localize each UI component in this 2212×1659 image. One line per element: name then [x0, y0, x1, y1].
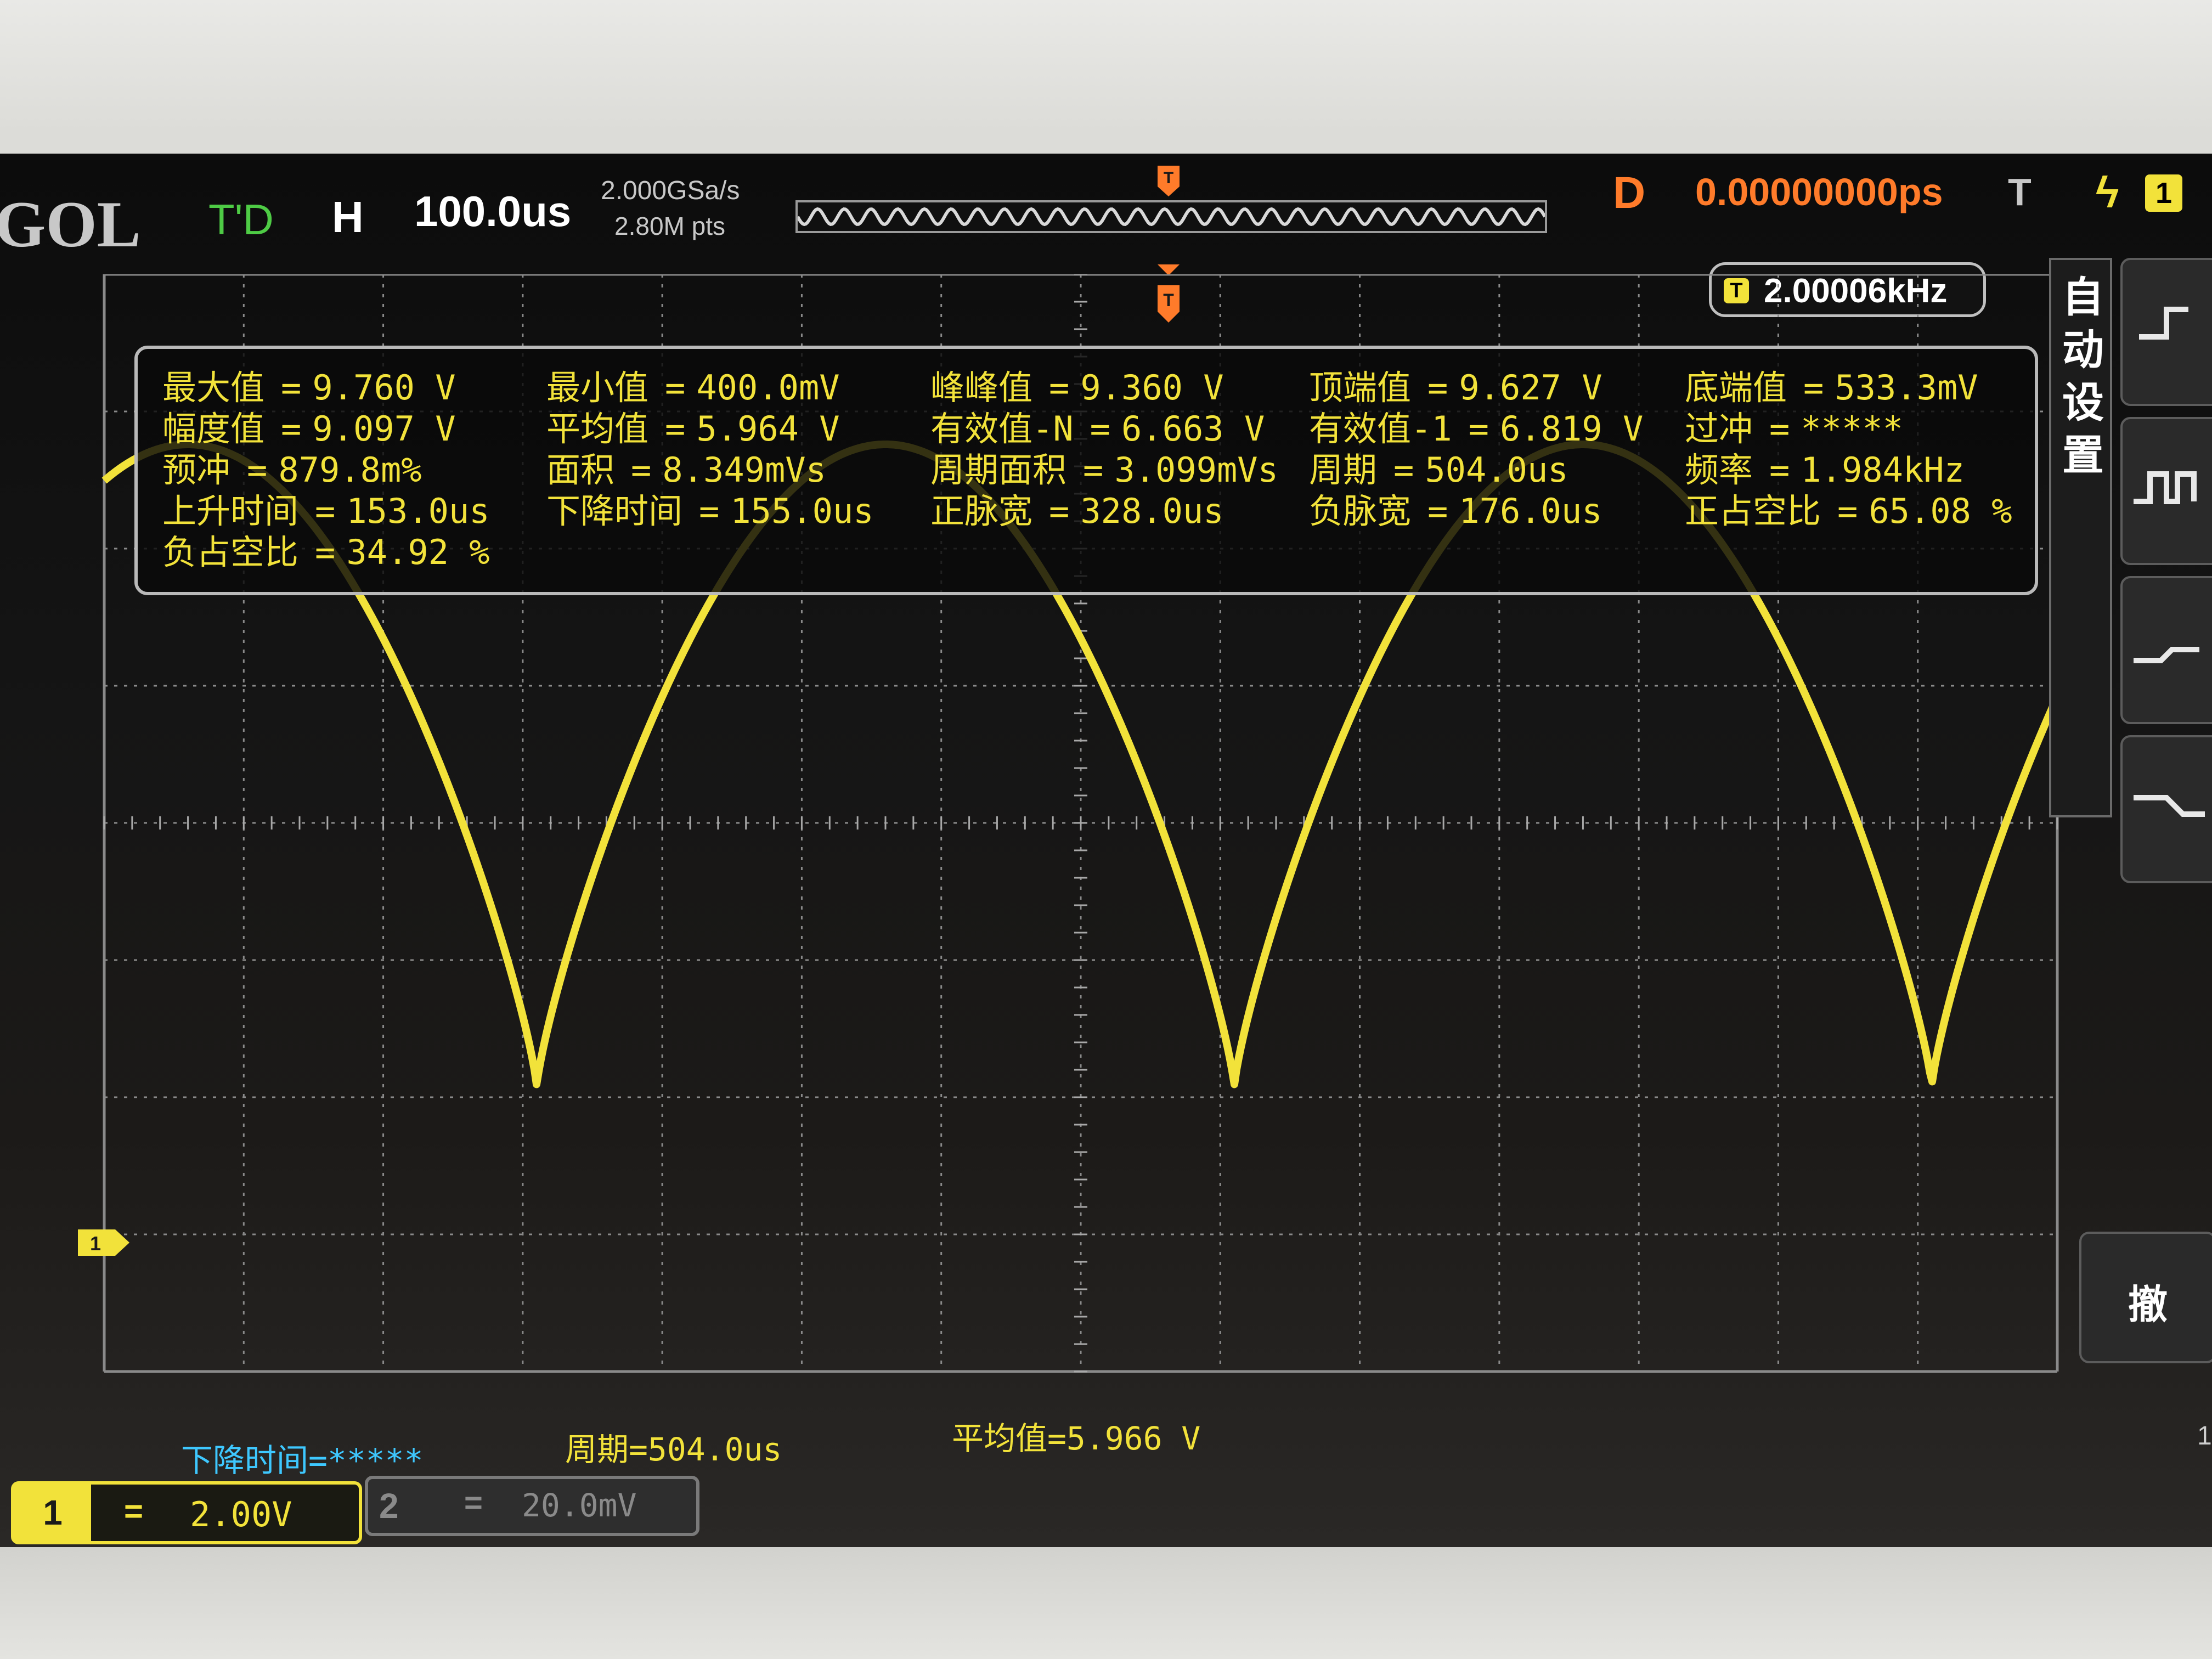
- ch2-dc-coupling-icon: =: [464, 1485, 483, 1521]
- delay-label: D: [1613, 168, 1646, 218]
- undo-button[interactable]: 撤: [2079, 1232, 2212, 1363]
- single-cycle-icon: [2139, 307, 2188, 340]
- delay-value[interactable]: 0.00000000ps: [1695, 170, 1943, 214]
- side-menu: 自动设置: [2049, 258, 2212, 1388]
- measurement-item: 负占空比 = 34.92 %: [162, 524, 490, 574]
- menu-title-box: 自动设置: [2049, 258, 2112, 817]
- menu-single-cycle-button[interactable]: [2120, 258, 2212, 406]
- measurement-value: 176.0us: [1459, 491, 1602, 531]
- svg-text:T: T: [1164, 169, 1173, 187]
- ch1-number: 1: [14, 1485, 91, 1541]
- menu-rising-edge-button[interactable]: [2120, 576, 2212, 724]
- measurement-item: 正脉宽 = 328.0us: [930, 483, 1224, 533]
- ch2-number: 2: [379, 1486, 399, 1526]
- measurement-name: 负脉宽: [1309, 491, 1412, 531]
- memory-depth: 2.80M pts: [614, 212, 725, 240]
- measurement-value: 155.0us: [730, 491, 874, 531]
- falling-edge-icon: [2134, 795, 2205, 817]
- stat-period: 周期=504.0us: [565, 1431, 782, 1468]
- trigger-label: T: [2008, 171, 2032, 213]
- brand-logo: GOL: [0, 188, 141, 261]
- right-edge-number: 1: [2197, 1421, 2212, 1451]
- svg-text:1: 1: [90, 1232, 101, 1255]
- measurement-equals: =: [1427, 491, 1448, 531]
- measurement-equals: =: [1049, 491, 1070, 531]
- measurement-name: 正脉宽: [930, 491, 1033, 531]
- measurement-name: 正占空比: [1685, 491, 1821, 531]
- measurement-name: 下降时间: [546, 491, 683, 531]
- measurement-panel: 最大值 = 9.760 V 最小值 = 400.0mV 峰峰值 = 9.360 V 顶端值 = 9.6…: [134, 346, 2038, 595]
- memory-overview-strip[interactable]: [795, 200, 1547, 233]
- ch1-ground-marker[interactable]: 1: [77, 1226, 132, 1259]
- menu-multi-cycle-button[interactable]: [2120, 417, 2212, 565]
- sample-rate: 2.000GSa/s: [601, 176, 740, 205]
- menu-falling-edge-button[interactable]: [2120, 735, 2212, 883]
- measurement-equals: =: [1837, 491, 1858, 531]
- timebase-value[interactable]: 100.0us: [414, 187, 571, 236]
- ch2-scale: 20.0mV: [522, 1487, 637, 1524]
- trigger-source-badge[interactable]: 1: [2145, 174, 2182, 212]
- measurement-name: 负占空比: [162, 532, 299, 572]
- rising-edge-icon: [2134, 647, 2199, 663]
- ch1-scale: 2.00V: [190, 1494, 292, 1534]
- undo-label: 撤: [2128, 1282, 2168, 1328]
- measurement-value: 328.0us: [1080, 491, 1224, 531]
- multi-cycle-icon: [2134, 471, 2197, 504]
- measurement-value: 34.92 %: [346, 532, 490, 572]
- menu-title: 自动设置: [2062, 273, 2104, 479]
- measurement-item: 正占空比 = 65.08 %: [1685, 483, 2012, 533]
- measurement-equals: =: [315, 532, 336, 572]
- rising-edge-icon[interactable]: ϟ: [2096, 167, 2119, 218]
- run-state[interactable]: T'D: [208, 195, 274, 245]
- ch1-channel-box[interactable]: 1 = 2.00V: [11, 1481, 362, 1544]
- ch1-dc-coupling-icon: =: [124, 1493, 144, 1530]
- trigger-position-marker: T: [1158, 166, 1180, 196]
- stat-fall-time: 下降时间=*****: [181, 1442, 424, 1479]
- measurement-item: 负脉宽 = 176.0us: [1309, 483, 1602, 533]
- measurement-item: 下降时间 = 155.0us: [546, 483, 874, 533]
- stat-mean: 平均值=5.966 V: [952, 1420, 1201, 1457]
- horizontal-label: H: [332, 193, 364, 241]
- measurement-value: 65.08 %: [1869, 491, 2012, 531]
- measurement-equals: =: [699, 491, 720, 531]
- memory-waveform-preview: [798, 207, 1545, 227]
- ch2-channel-box[interactable]: 2 = 20.0mV: [365, 1476, 699, 1536]
